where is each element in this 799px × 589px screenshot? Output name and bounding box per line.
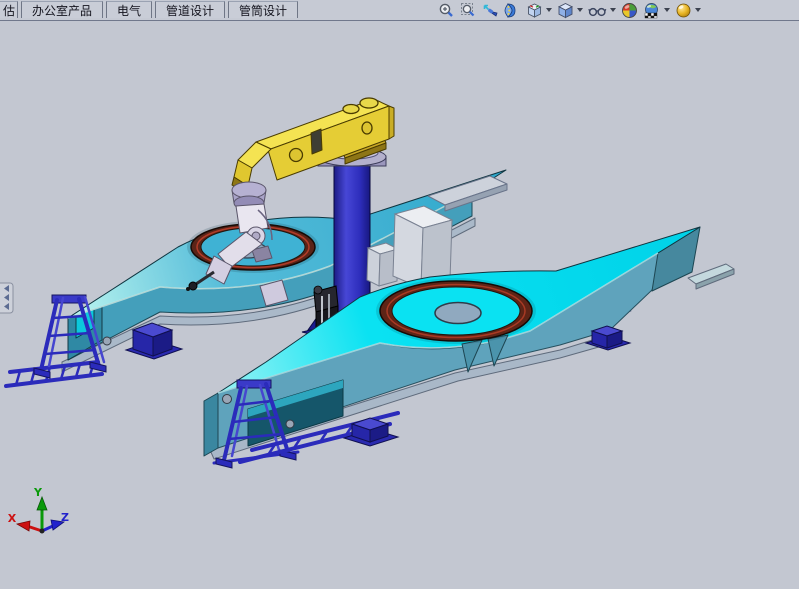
front-beam-trunnion-pin <box>223 395 232 404</box>
tab-label: 办公室产品 <box>32 2 92 19</box>
tab-electrical[interactable]: 电气 <box>106 1 152 18</box>
previous-view-button[interactable] <box>481 2 500 19</box>
zoom-to-fit-button[interactable] <box>437 2 456 19</box>
dropdown-caret[interactable] <box>610 8 616 12</box>
zoom-to-area-button[interactable] <box>459 2 478 19</box>
view-settings-icon <box>675 2 692 19</box>
triad-z-label: Z <box>61 511 69 524</box>
tab-tubing-design[interactable]: 管筒设计 <box>228 1 298 18</box>
solidworks-window: Y X Z 估 办公室产品 电气 管道设计 <box>0 0 799 589</box>
dropdown-caret[interactable] <box>577 8 583 12</box>
display-style-button[interactable] <box>556 2 584 19</box>
3d-viewport[interactable]: Y X Z <box>0 0 799 589</box>
view-orientation-icon <box>526 2 543 19</box>
heads-up-view-toolbar <box>437 1 705 19</box>
triad-x-label: X <box>8 512 17 525</box>
edit-appearance-icon <box>621 2 638 19</box>
front-beam-end-face <box>204 393 218 456</box>
triad-y-label: Y <box>33 486 43 499</box>
view-orientation-button[interactable] <box>525 2 553 19</box>
dropdown-caret[interactable] <box>695 8 701 12</box>
dropdown-caret[interactable] <box>664 8 670 12</box>
rear-beam-trunnion-pin <box>103 337 111 345</box>
tab-label: 估 <box>3 2 15 19</box>
display-style-icon <box>557 2 574 19</box>
section-view-icon <box>504 2 521 19</box>
tab-office-products[interactable]: 办公室产品 <box>21 1 103 18</box>
apply-scene-button[interactable] <box>642 2 671 19</box>
tab-label: 管道设计 <box>166 2 214 19</box>
panel-expander[interactable] <box>0 283 13 313</box>
tab-label: 电气 <box>117 2 141 19</box>
command-manager-toolbar: 估 办公室产品 电气 管道设计 管筒设计 <box>0 0 799 21</box>
dropdown-caret[interactable] <box>546 8 552 12</box>
zoom-to-area-icon <box>460 2 477 19</box>
front-beam-rotary-ring[interactable] <box>376 278 536 344</box>
tab-label: 管筒设计 <box>239 2 287 19</box>
front-ring-center-hole <box>435 303 481 324</box>
view-settings-button[interactable] <box>674 2 702 19</box>
apply-scene-icon <box>643 2 661 19</box>
tab-evaluate-partial[interactable]: 估 <box>0 1 18 18</box>
zoom-to-fit-icon <box>438 2 455 19</box>
section-view-button[interactable] <box>503 2 522 19</box>
front-beam-trunnion-pin <box>286 420 294 428</box>
command-tabs: 估 办公室产品 电气 管道设计 管筒设计 <box>0 0 298 19</box>
previous-view-icon <box>482 2 499 19</box>
hide-show-items-button[interactable] <box>587 2 617 19</box>
hide-show-items-icon <box>588 2 607 19</box>
tab-piping-design[interactable]: 管道设计 <box>155 1 225 18</box>
edit-appearance-button[interactable] <box>620 2 639 19</box>
